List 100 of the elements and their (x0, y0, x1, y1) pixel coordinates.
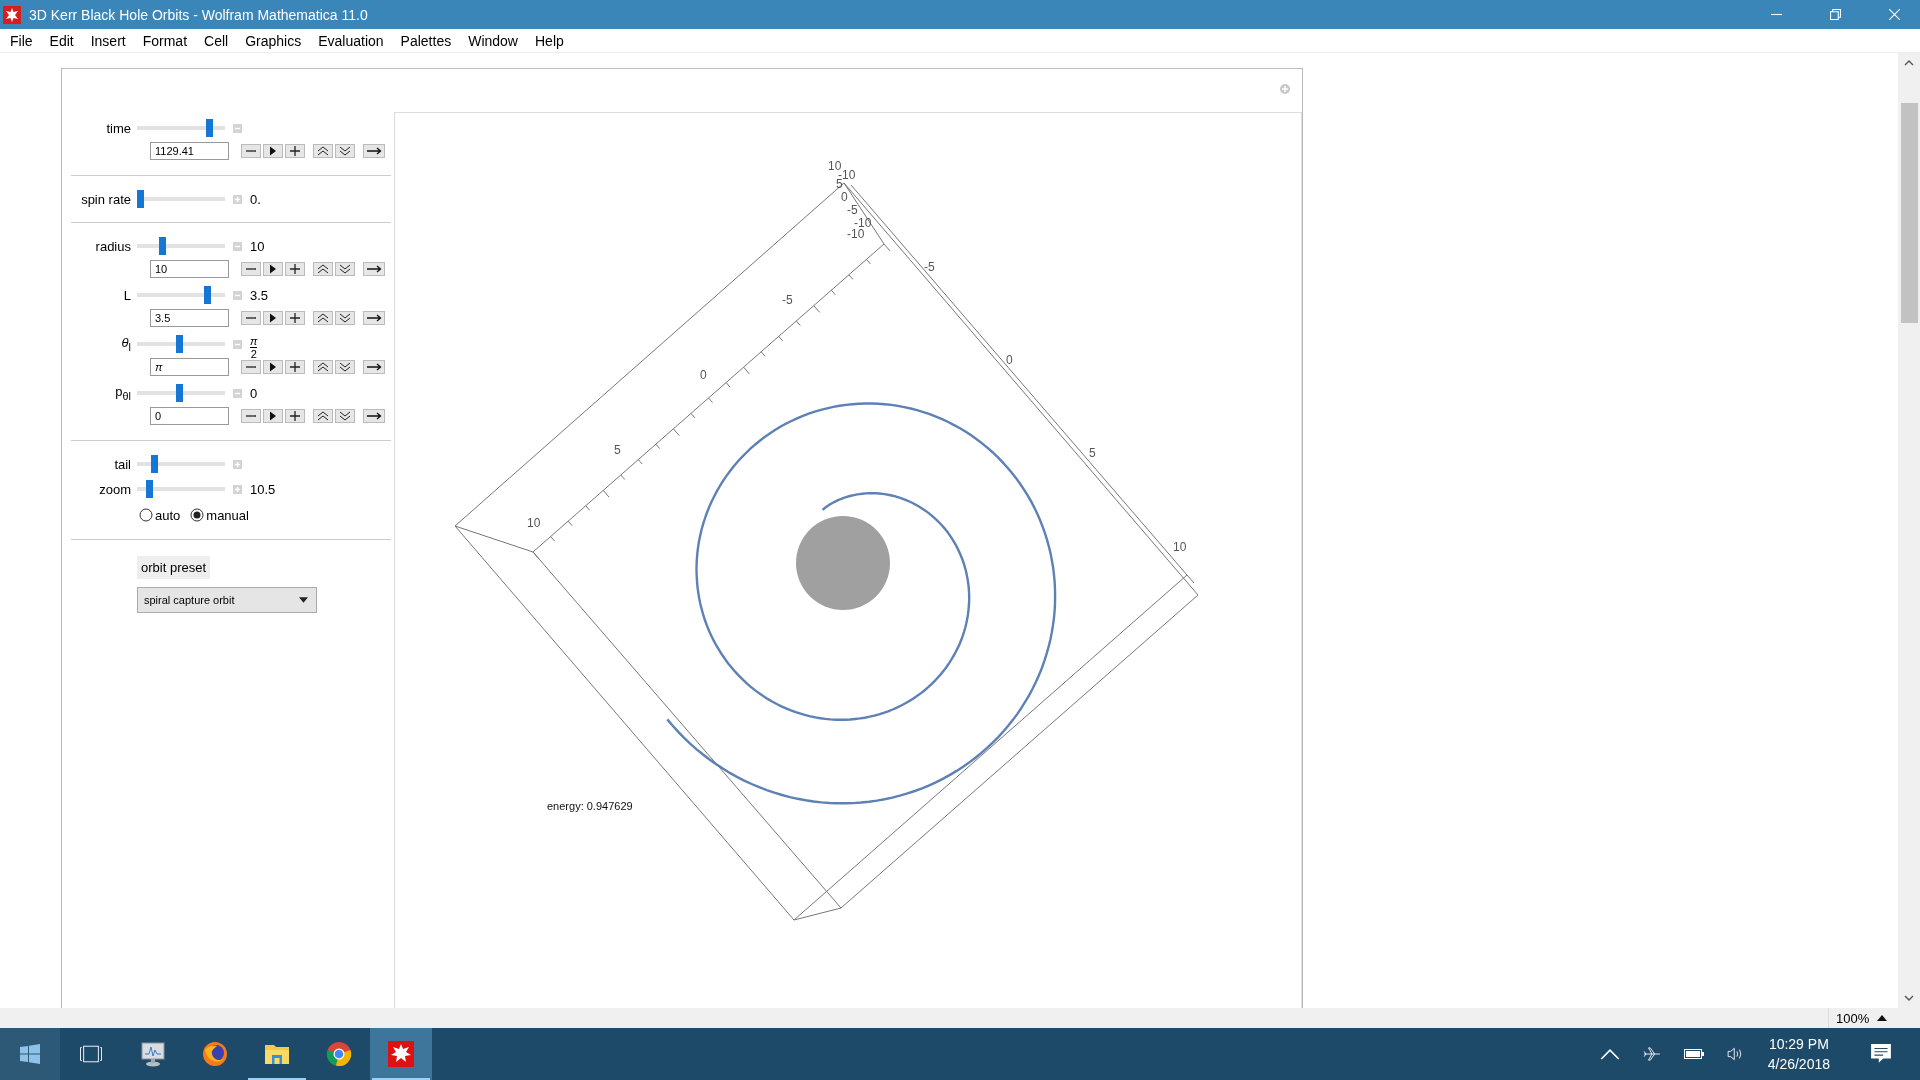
axis-tick-label: -5 (847, 203, 858, 217)
radio-option[interactable]: manual (190, 507, 249, 523)
value-input[interactable]: 3.5 (150, 309, 229, 327)
axis-tick-label: 5 (1089, 446, 1096, 460)
slower-button[interactable] (335, 409, 355, 423)
control-label: zoom (98, 481, 131, 497)
airplane-icon[interactable] (1641, 1047, 1662, 1061)
menu-item[interactable]: Insert (82, 32, 135, 49)
value-input[interactable]: 0 (150, 407, 229, 425)
scroll-up-icon[interactable] (1904, 60, 1914, 66)
chevron-up-icon[interactable] (1599, 1047, 1620, 1061)
scrollbar[interactable] (1898, 53, 1920, 1008)
minus-button[interactable] (241, 262, 261, 276)
radio-icon[interactable] (190, 508, 205, 522)
window-title: 3D Kerr Black Hole Orbits - Wolfram Mathematica 11.0 (29, 6, 368, 23)
menu-item[interactable]: File (2, 32, 42, 49)
slower-button[interactable] (335, 262, 355, 276)
plus-button[interactable] (285, 409, 305, 423)
axis-tick-label: 10 (527, 516, 541, 530)
menu-item[interactable]: Graphics (237, 32, 311, 49)
monitor-icon (139, 1040, 167, 1068)
radio-option[interactable]: auto (139, 507, 181, 523)
menu-item[interactable]: Palettes (392, 32, 461, 49)
minus-button[interactable] (241, 144, 261, 158)
menu-item[interactable]: Window (460, 32, 527, 49)
axis-tick-label: -10 (854, 216, 872, 230)
axis-tick-label: -10 (847, 227, 865, 241)
zoom-menu-icon[interactable] (1877, 1015, 1888, 1021)
minus-button[interactable] (241, 360, 261, 374)
menu-item[interactable]: Format (134, 32, 197, 49)
taskbar-button[interactable] (0, 1028, 60, 1080)
plus-button[interactable] (285, 262, 305, 276)
value-readout: 0 (250, 385, 258, 401)
plus-button[interactable] (285, 311, 305, 325)
task-view-icon (80, 1044, 102, 1064)
slider-thumb[interactable] (204, 286, 212, 304)
axis-tick-label: 0 (700, 368, 707, 382)
taskbar-button[interactable] (370, 1028, 432, 1080)
play-button[interactable] (263, 360, 283, 374)
restore-icon[interactable] (1830, 9, 1841, 20)
fox-globe-icon (201, 1040, 229, 1068)
direction-button[interactable] (363, 409, 385, 423)
control-label: spin rate (80, 191, 131, 207)
direction-button[interactable] (363, 311, 385, 325)
slider-thumb[interactable] (137, 190, 144, 208)
faster-button[interactable] (313, 311, 333, 325)
radio-label: manual (206, 507, 249, 523)
menu-item[interactable]: Edit (41, 32, 83, 49)
slower-button[interactable] (335, 360, 355, 374)
menu-item[interactable]: Cell (196, 32, 238, 49)
control-label: time (105, 120, 131, 136)
play-button[interactable] (263, 311, 283, 325)
slider-thumb[interactable] (175, 335, 183, 353)
clock-date[interactable]: 4/26/2018 (1767, 1054, 1830, 1074)
direction-button[interactable] (363, 262, 385, 276)
axis-tick-label: 5 (614, 443, 621, 457)
slider-thumb[interactable] (175, 384, 183, 402)
control-label: θ$_{l}$ (120, 335, 131, 353)
axis-tick-label: -5 (782, 293, 793, 307)
scroll-thumb[interactable] (1900, 103, 1918, 323)
play-button[interactable] (263, 262, 283, 276)
play-button[interactable] (263, 409, 283, 423)
scroll-down-icon[interactable] (1904, 995, 1914, 1001)
axis-tick-label: -5 (924, 260, 935, 274)
control-label: p$_{θl}$ (114, 384, 131, 402)
plus-button[interactable] (285, 360, 305, 374)
faster-button[interactable] (313, 144, 333, 158)
battery-icon[interactable] (1683, 1047, 1704, 1061)
direction-button[interactable] (363, 144, 385, 158)
clock-time[interactable]: 10:29 PM (1768, 1034, 1829, 1054)
play-button[interactable] (263, 144, 283, 158)
minus-button[interactable] (241, 311, 261, 325)
slider-thumb[interactable] (150, 455, 158, 473)
control-label: tail (113, 456, 131, 472)
energy-label: energy: 0.947629 (547, 800, 633, 812)
value-input[interactable]: 10 (150, 260, 229, 278)
plus-button[interactable] (285, 144, 305, 158)
slider-thumb[interactable] (205, 119, 213, 137)
windows-icon (19, 1044, 41, 1064)
slower-button[interactable] (335, 311, 355, 325)
notification-icon[interactable] (1870, 1043, 1892, 1065)
menu-item[interactable]: Help (527, 32, 573, 49)
minus-button[interactable] (241, 409, 261, 423)
menu-item[interactable]: Evaluation (310, 32, 393, 49)
radio-icon[interactable] (139, 508, 153, 522)
faster-button[interactable] (313, 262, 333, 276)
value-input[interactable]: 1129.41 (150, 142, 229, 160)
faster-button[interactable] (313, 409, 333, 423)
direction-button[interactable] (363, 360, 385, 374)
slider-thumb[interactable] (158, 237, 166, 255)
zoom-level[interactable]: 100% (1836, 1010, 1870, 1026)
close-icon[interactable] (1889, 9, 1900, 20)
preset-dropdown[interactable]: spiral capture orbit (137, 587, 317, 613)
value-readout: π 2 (250, 334, 258, 360)
value-input[interactable]: π (150, 358, 229, 376)
faster-button[interactable] (313, 360, 333, 374)
control-label: radius (94, 238, 131, 254)
slower-button[interactable] (335, 144, 355, 158)
value-readout: 0. (250, 191, 261, 207)
slider-thumb[interactable] (145, 480, 153, 498)
